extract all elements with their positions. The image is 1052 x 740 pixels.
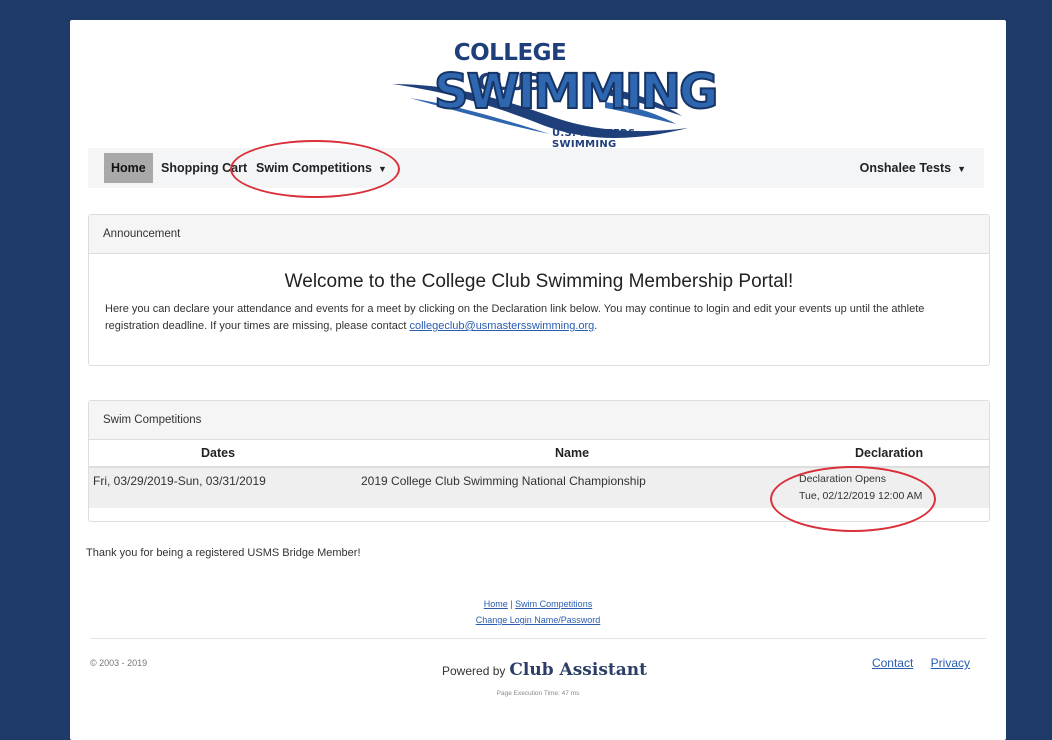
footer-links: Home | Swim Competitions Change Login Na… xyxy=(70,596,1006,628)
table-row[interactable]: Fri, 03/29/2019-Sun, 03/31/2019 2019 Col… xyxy=(89,468,989,508)
nav-user-dropdown[interactable]: Onshalee Tests ▼ xyxy=(860,148,966,189)
announcement-text-after: . xyxy=(594,320,598,332)
powered-by-label: Powered by xyxy=(442,664,506,678)
caret-down-icon: ▼ xyxy=(377,164,387,174)
swim-competitions-heading: Swim Competitions xyxy=(89,401,989,440)
member-thanks-message: Thank you for being a registered USMS Br… xyxy=(86,547,361,559)
row-competition-name[interactable]: 2019 College Club Swimming National Cham… xyxy=(361,474,646,488)
footer-divider xyxy=(90,638,986,639)
contact-link[interactable]: Contact xyxy=(872,656,913,670)
copyright-text: © 2003 - 2019 xyxy=(90,658,148,668)
footer-swim-competitions-link[interactable]: Swim Competitions xyxy=(515,599,592,609)
column-header-dates: Dates xyxy=(201,446,236,460)
swim-competitions-panel: Swim Competitions Dates Name Declaration… xyxy=(88,400,990,522)
contact-email-link[interactable]: collegeclub@usmastersswimming.org xyxy=(409,320,594,332)
nav-swim-competitions-dropdown[interactable]: Swim Competitions ▼ xyxy=(256,148,387,189)
column-header-declaration: Declaration xyxy=(855,446,924,460)
row-dates: Fri, 03/29/2019-Sun, 03/31/2019 xyxy=(93,474,266,488)
privacy-link[interactable]: Privacy xyxy=(931,656,970,670)
announcement-title: Welcome to the College Club Swimming Mem… xyxy=(284,271,794,292)
nav-shopping-cart[interactable]: Shopping Cart xyxy=(161,148,247,188)
footer-change-login-link[interactable]: Change Login Name/Password xyxy=(476,615,601,625)
logo-main-text: SWIMMING xyxy=(433,64,719,120)
column-header-name: Name xyxy=(555,446,590,460)
row-declaration-status: Declaration Opens xyxy=(799,473,886,485)
table-header: Dates Name Declaration xyxy=(89,440,989,468)
announcement-panel: Announcement Welcome to the College Club… xyxy=(88,214,990,366)
announcement-heading: Announcement xyxy=(89,215,989,254)
caret-down-icon: ▼ xyxy=(957,164,966,174)
nav-home[interactable]: Home xyxy=(104,153,153,183)
nav-user-label: Onshalee Tests xyxy=(859,161,952,175)
club-assistant-logo: Club Assistant xyxy=(509,660,647,680)
page-container: COLLEGE CLUB SWIMMING U.S. MASTERS SWIMM… xyxy=(70,20,1006,740)
college-club-swimming-logo[interactable]: COLLEGE CLUB SWIMMING U.S. MASTERS SWIMM… xyxy=(390,38,719,156)
row-declaration-time: Tue, 02/12/2019 12:00 AM xyxy=(799,490,923,502)
announcement-text: Here you can declare your attendance and… xyxy=(105,301,975,335)
footer-legal-links: Contact Privacy xyxy=(858,656,970,670)
nav-swim-competitions-label: Swim Competitions xyxy=(256,161,372,175)
footer-home-link[interactable]: Home xyxy=(484,599,508,609)
main-navbar: Home Shopping Cart Swim Competitions ▼ On… xyxy=(88,148,984,188)
page-execution-time: Page Execution Time: 47 ms xyxy=(496,690,580,697)
powered-by[interactable]: Powered by Club Assistant xyxy=(442,660,647,680)
logo-sub-text: U.S. MASTERS SWIMMING xyxy=(552,128,636,150)
footer-separator: | xyxy=(510,599,513,609)
